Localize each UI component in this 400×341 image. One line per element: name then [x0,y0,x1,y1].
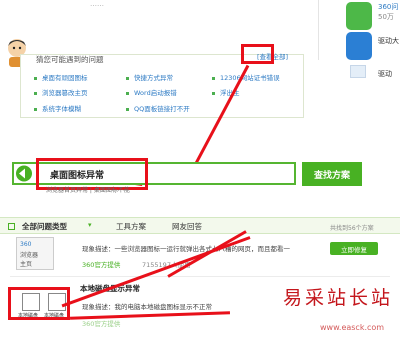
question-app-icon[interactable] [346,2,372,30]
thumb-label: 主页 [20,261,33,268]
thumb-label: 浏览器 [20,252,39,259]
suggestions-heading: 猜您可能遇到的问题 [36,55,104,64]
highlight-box [241,44,274,64]
result-source: 360官方提供 [82,261,121,269]
right-item-title[interactable]: 驱动大 [378,36,399,46]
suggestion-link[interactable]: 桌面有顽固图标 [34,72,88,82]
suggestion-link[interactable]: 快捷方式异常 [126,72,173,82]
result-source: 360官方提供 [82,320,121,328]
annotation-underline [69,311,231,320]
right-item-title[interactable]: 360问 [378,2,398,12]
watermark-url: www.easck.com [320,323,385,332]
tab-all-types[interactable]: 全部问题类型 [22,221,67,232]
tab-tools[interactable]: 工具方案 [116,221,146,232]
grid-icon [8,223,15,230]
suggestion-link[interactable]: 系统字体模糊 [34,103,81,113]
thumb-label: 360 [20,241,32,248]
driver-app-icon[interactable] [346,32,372,60]
watermark-text: 易采站长站 [283,287,394,309]
suggestion-link[interactable]: Word启动报错 [126,87,177,97]
right-item-sub: 50万 [378,13,394,21]
find-solution-button[interactable]: 查找方案 [302,162,362,186]
divider [10,276,390,277]
chevron-down-icon[interactable]: ▾ [88,221,92,229]
back-arrow-icon[interactable] [14,164,34,183]
divider [318,0,319,60]
related-filters[interactable]: 浏览器首页异常 | 桌面图标不能 [46,185,130,194]
suggestion-link[interactable]: 12306网站证书错误 [212,72,280,82]
result-count: 共找到56个方案 [330,225,374,232]
result-description: 现象描述：一些浏览器图标一运行就弹出各式七八糟的网页，而且都看一 [82,245,290,253]
driver-small-icon[interactable] [350,65,366,78]
result-description: 现象描述：我的电脑本地磁盘图标显示不正常 [82,303,212,311]
tab-answers[interactable]: 网友回答 [172,221,202,232]
fix-now-button[interactable]: 立即修复 [330,242,378,255]
right-item-title[interactable]: 驱动 [378,69,392,79]
suggestion-link[interactable]: QQ面板链接打不开 [126,103,190,113]
suggestion-link[interactable]: 浏览器篡改主页 [34,87,88,97]
header-faded-text: …… [90,0,104,8]
